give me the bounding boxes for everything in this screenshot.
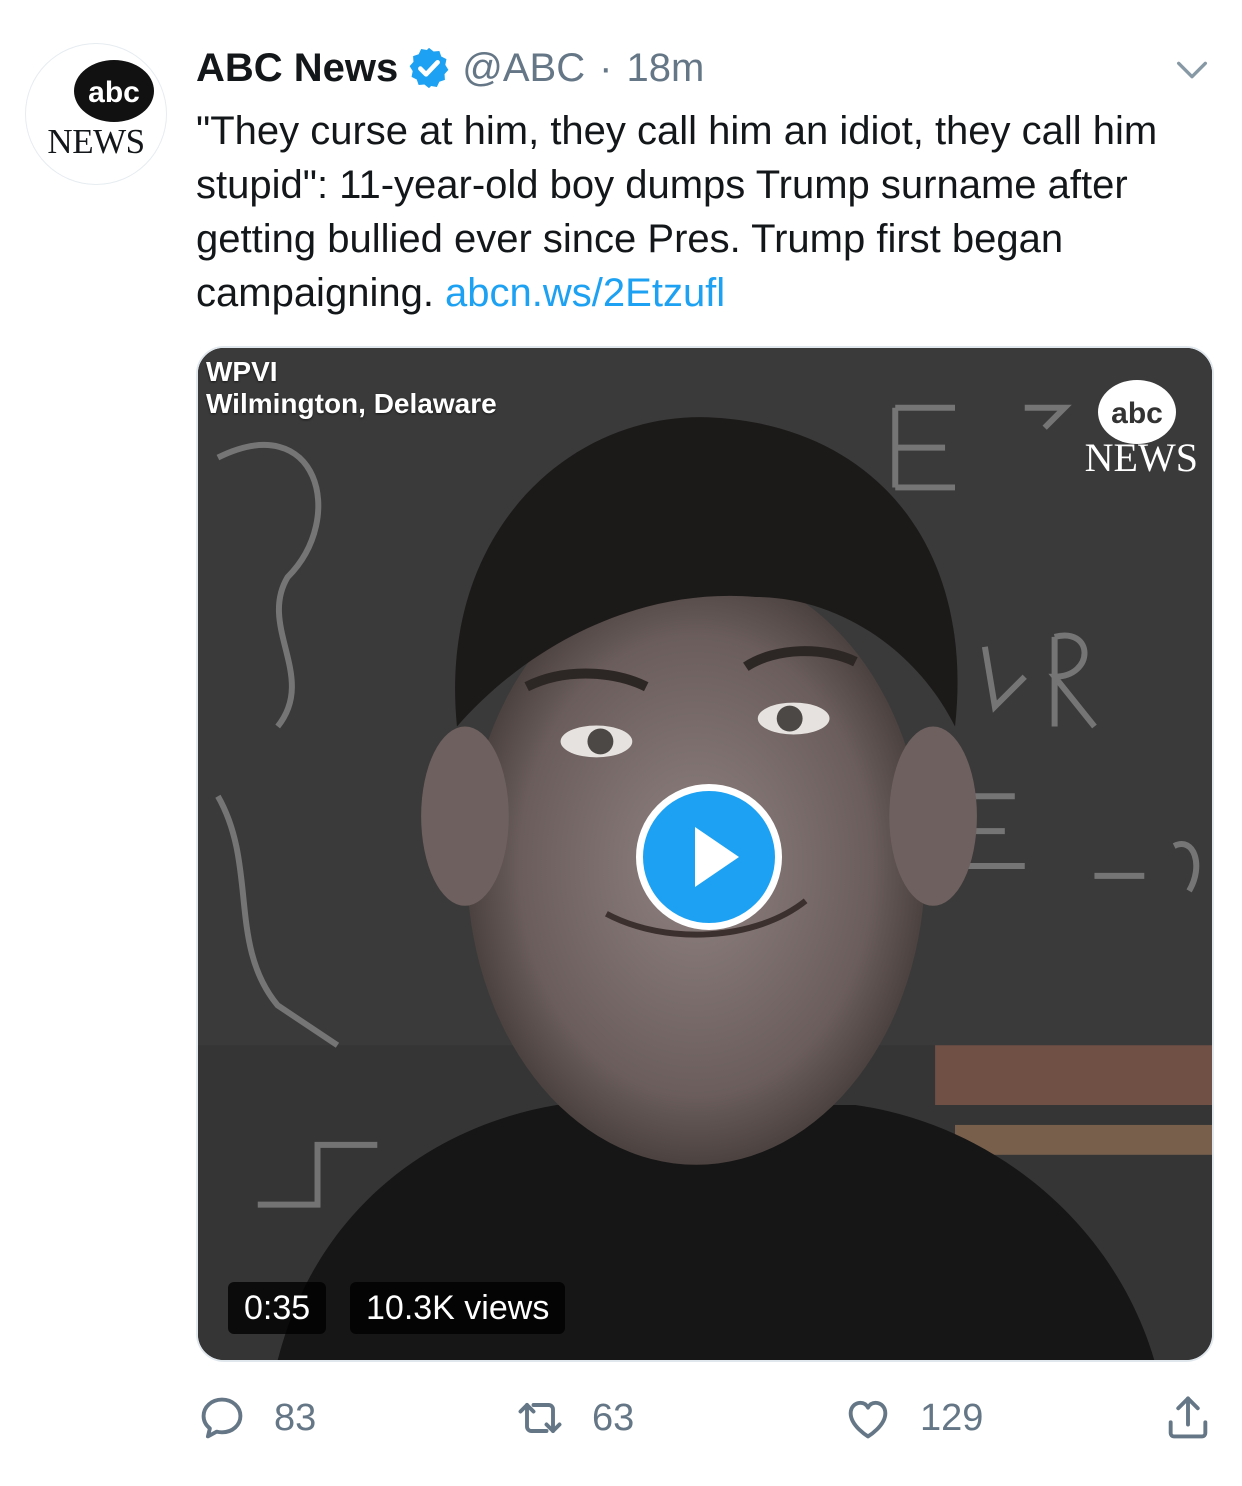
location-label: Wilmington, Delaware xyxy=(206,388,497,419)
like-icon xyxy=(848,1400,888,1439)
tweet-text: "They curse at him, they call him an idi… xyxy=(196,104,1216,320)
video-views: 10.3K views xyxy=(350,1282,566,1334)
reply-icon xyxy=(201,1397,243,1439)
location-overlay: WPVI Wilmington, Delaware xyxy=(206,356,497,420)
video-duration: 0:35 xyxy=(228,1282,327,1334)
verified-badge-icon xyxy=(409,47,449,89)
retweet-icon xyxy=(518,1403,562,1433)
tweet-time[interactable]: 18m xyxy=(626,46,704,91)
retweet-count: 63 xyxy=(592,1396,635,1439)
separator-dot: · xyxy=(599,45,613,90)
share-button[interactable] xyxy=(1162,1388,1240,1448)
play-icon xyxy=(695,827,739,887)
play-button[interactable] xyxy=(636,784,782,930)
video-player[interactable]: WPVI Wilmington, Delaware abc NEWS 0:35 … xyxy=(196,346,1214,1362)
chevron-down-icon[interactable] xyxy=(1172,50,1212,90)
author-handle[interactable]: @ABC xyxy=(462,46,585,91)
svg-text:abc: abc xyxy=(1111,397,1163,430)
reply-count: 83 xyxy=(274,1396,317,1439)
like-count: 129 xyxy=(920,1396,984,1439)
share-icon xyxy=(1168,1396,1208,1439)
action-bar: 83 63 129 xyxy=(196,1388,1226,1458)
avatar-news-text: NEWS xyxy=(47,122,145,161)
like-button[interactable]: 129 xyxy=(842,1388,983,1448)
svg-text:abc: abc xyxy=(88,76,140,109)
tweet-link[interactable]: abcn.ws/2Etzufl xyxy=(445,271,725,315)
retweet-button[interactable]: 63 xyxy=(514,1388,634,1448)
abc-logo-icon: abc xyxy=(74,60,154,122)
station-label: WPVI xyxy=(206,356,278,387)
author-name[interactable]: ABC News xyxy=(196,46,398,91)
avatar[interactable]: abc NEWS xyxy=(26,44,166,184)
news-watermark-text: NEWS xyxy=(1084,435,1198,480)
tweet-header: ABC News @ABC · 18m xyxy=(196,40,704,96)
reply-button[interactable]: 83 xyxy=(196,1388,316,1448)
